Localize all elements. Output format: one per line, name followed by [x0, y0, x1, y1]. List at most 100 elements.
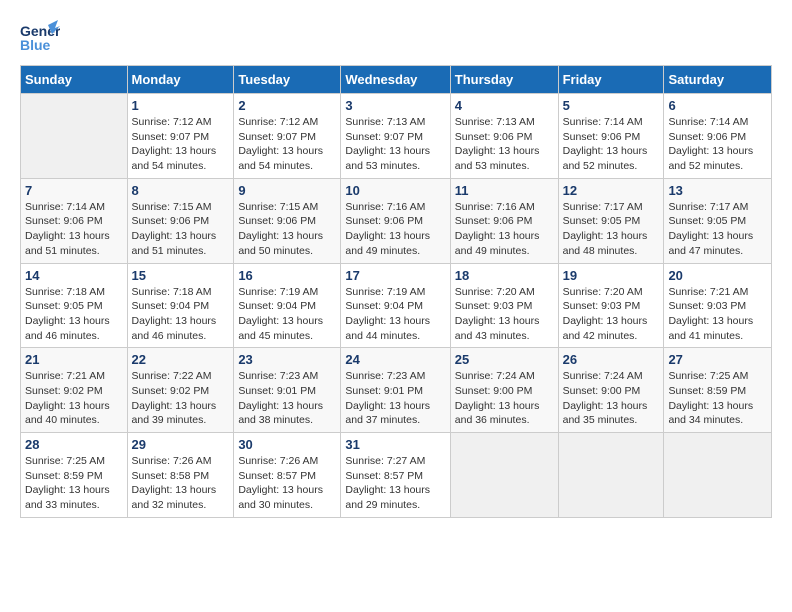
day-number: 10: [345, 183, 445, 198]
logo: General Blue: [20, 20, 60, 55]
day-number: 26: [563, 352, 660, 367]
calendar-cell: 23Sunrise: 7:23 AMSunset: 9:01 PMDayligh…: [234, 348, 341, 433]
day-info: Sunrise: 7:21 AMSunset: 9:03 PMDaylight:…: [668, 285, 767, 344]
calendar-cell: 5 Sunrise: 7:14 AMSunset: 9:06 PMDaylight…: [558, 94, 664, 179]
day-info: Sunrise: 7:17 AMSunset: 9:05 PMDaylight:…: [563, 200, 660, 259]
day-number: 4: [455, 98, 554, 113]
weekday-header: Tuesday: [234, 66, 341, 94]
day-number: 13: [668, 183, 767, 198]
calendar-cell: 17Sunrise: 7:19 AMSunset: 9:04 PMDayligh…: [341, 263, 450, 348]
calendar-table: SundayMondayTuesdayWednesdayThursdayFrid…: [20, 65, 772, 518]
calendar-cell: [664, 433, 772, 518]
day-info: Sunrise: 7:18 AMSunset: 9:05 PMDaylight:…: [25, 285, 123, 344]
calendar-cell: 1 Sunrise: 7:12 AMSunset: 9:07 PMDaylight…: [127, 94, 234, 179]
day-info: Sunrise: 7:24 AMSunset: 9:00 PMDaylight:…: [455, 369, 554, 428]
weekday-header: Thursday: [450, 66, 558, 94]
day-info: Sunrise: 7:20 AMSunset: 9:03 PMDaylight:…: [455, 285, 554, 344]
day-info: Sunrise: 7:23 AMSunset: 9:01 PMDaylight:…: [238, 369, 336, 428]
day-info: Sunrise: 7:12 AMSunset: 9:07 PMDaylight:…: [238, 115, 336, 174]
calendar-cell: 20 Sunrise: 7:21 AMSunset: 9:03 PMDayligh…: [664, 263, 772, 348]
day-number: 1: [132, 98, 230, 113]
calendar-cell: 28 Sunrise: 7:25 AMSunset: 8:59 PMDayligh…: [21, 433, 128, 518]
day-info: Sunrise: 7:26 AMSunset: 8:58 PMDaylight:…: [132, 454, 230, 513]
calendar-week-row: 28 Sunrise: 7:25 AMSunset: 8:59 PMDayligh…: [21, 433, 772, 518]
weekday-header: Saturday: [664, 66, 772, 94]
weekday-header: Sunday: [21, 66, 128, 94]
calendar-cell: 29 Sunrise: 7:26 AMSunset: 8:58 PMDayligh…: [127, 433, 234, 518]
day-number: 2: [238, 98, 336, 113]
calendar-cell: 8 Sunrise: 7:15 AMSunset: 9:06 PMDaylight…: [127, 178, 234, 263]
day-info: Sunrise: 7:24 AMSunset: 9:00 PMDaylight:…: [563, 369, 660, 428]
page-header: General Blue: [20, 20, 772, 55]
day-number: 8: [132, 183, 230, 198]
calendar-cell: 19Sunrise: 7:20 AMSunset: 9:03 PMDayligh…: [558, 263, 664, 348]
day-info: Sunrise: 7:16 AMSunset: 9:06 PMDaylight:…: [455, 200, 554, 259]
day-number: 3: [345, 98, 445, 113]
day-info: Sunrise: 7:25 AMSunset: 8:59 PMDaylight:…: [668, 369, 767, 428]
calendar-cell: [450, 433, 558, 518]
calendar-week-row: 1 Sunrise: 7:12 AMSunset: 9:07 PMDaylight…: [21, 94, 772, 179]
day-info: Sunrise: 7:16 AMSunset: 9:06 PMDaylight:…: [345, 200, 445, 259]
day-info: Sunrise: 7:17 AMSunset: 9:05 PMDaylight:…: [668, 200, 767, 259]
day-number: 30: [238, 437, 336, 452]
day-info: Sunrise: 7:12 AMSunset: 9:07 PMDaylight:…: [132, 115, 230, 174]
weekday-header: Wednesday: [341, 66, 450, 94]
day-number: 18: [455, 268, 554, 283]
day-info: Sunrise: 7:21 AMSunset: 9:02 PMDaylight:…: [25, 369, 123, 428]
day-number: 28: [25, 437, 123, 452]
calendar-cell: 30Sunrise: 7:26 AMSunset: 8:57 PMDayligh…: [234, 433, 341, 518]
calendar-cell: 25 Sunrise: 7:24 AMSunset: 9:00 PMDayligh…: [450, 348, 558, 433]
calendar-cell: 15Sunrise: 7:18 AMSunset: 9:04 PMDayligh…: [127, 263, 234, 348]
calendar-cell: 3 Sunrise: 7:13 AMSunset: 9:07 PMDaylight…: [341, 94, 450, 179]
day-info: Sunrise: 7:27 AMSunset: 8:57 PMDaylight:…: [345, 454, 445, 513]
day-number: 22: [132, 352, 230, 367]
svg-text:Blue: Blue: [20, 37, 51, 53]
day-info: Sunrise: 7:19 AMSunset: 9:04 PMDaylight:…: [238, 285, 336, 344]
day-info: Sunrise: 7:25 AMSunset: 8:59 PMDaylight:…: [25, 454, 123, 513]
day-info: Sunrise: 7:14 AMSunset: 9:06 PMDaylight:…: [668, 115, 767, 174]
calendar-cell: [558, 433, 664, 518]
calendar-cell: [21, 94, 128, 179]
calendar-cell: 14 Sunrise: 7:18 AMSunset: 9:05 PMDayligh…: [21, 263, 128, 348]
day-number: 29: [132, 437, 230, 452]
calendar-cell: 26 Sunrise: 7:24 AMSunset: 9:00 PMDayligh…: [558, 348, 664, 433]
calendar-cell: 6 Sunrise: 7:14 AMSunset: 9:06 PMDaylight…: [664, 94, 772, 179]
weekday-header: Monday: [127, 66, 234, 94]
day-info: Sunrise: 7:13 AMSunset: 9:06 PMDaylight:…: [455, 115, 554, 174]
day-info: Sunrise: 7:15 AMSunset: 9:06 PMDaylight:…: [132, 200, 230, 259]
calendar-cell: 4 Sunrise: 7:13 AMSunset: 9:06 PMDaylight…: [450, 94, 558, 179]
day-number: 11: [455, 183, 554, 198]
day-number: 7: [25, 183, 123, 198]
day-number: 15: [132, 268, 230, 283]
calendar-cell: 2 Sunrise: 7:12 AMSunset: 9:07 PMDaylight…: [234, 94, 341, 179]
day-number: 31: [345, 437, 445, 452]
day-number: 5: [563, 98, 660, 113]
day-number: 14: [25, 268, 123, 283]
day-number: 21: [25, 352, 123, 367]
calendar-cell: 21 Sunrise: 7:21 AMSunset: 9:02 PMDayligh…: [21, 348, 128, 433]
weekday-header-row: SundayMondayTuesdayWednesdayThursdayFrid…: [21, 66, 772, 94]
calendar-week-row: 21 Sunrise: 7:21 AMSunset: 9:02 PMDayligh…: [21, 348, 772, 433]
day-number: 19: [563, 268, 660, 283]
calendar-week-row: 14 Sunrise: 7:18 AMSunset: 9:05 PMDayligh…: [21, 263, 772, 348]
day-info: Sunrise: 7:14 AMSunset: 9:06 PMDaylight:…: [563, 115, 660, 174]
calendar-cell: 9Sunrise: 7:15 AMSunset: 9:06 PMDaylight…: [234, 178, 341, 263]
calendar-cell: 27 Sunrise: 7:25 AMSunset: 8:59 PMDayligh…: [664, 348, 772, 433]
calendar-cell: 10 Sunrise: 7:16 AMSunset: 9:06 PMDayligh…: [341, 178, 450, 263]
day-info: Sunrise: 7:14 AMSunset: 9:06 PMDaylight:…: [25, 200, 123, 259]
day-number: 25: [455, 352, 554, 367]
day-number: 27: [668, 352, 767, 367]
calendar-cell: 22 Sunrise: 7:22 AMSunset: 9:02 PMDayligh…: [127, 348, 234, 433]
logo-icon: General Blue: [20, 20, 60, 55]
day-number: 20: [668, 268, 767, 283]
calendar-cell: 12Sunrise: 7:17 AMSunset: 9:05 PMDayligh…: [558, 178, 664, 263]
calendar-cell: 13 Sunrise: 7:17 AMSunset: 9:05 PMDayligh…: [664, 178, 772, 263]
calendar-week-row: 7 Sunrise: 7:14 AMSunset: 9:06 PMDaylight…: [21, 178, 772, 263]
day-info: Sunrise: 7:22 AMSunset: 9:02 PMDaylight:…: [132, 369, 230, 428]
day-number: 17: [345, 268, 445, 283]
day-number: 9: [238, 183, 336, 198]
day-number: 16: [238, 268, 336, 283]
calendar-cell: 7 Sunrise: 7:14 AMSunset: 9:06 PMDaylight…: [21, 178, 128, 263]
day-number: 6: [668, 98, 767, 113]
day-info: Sunrise: 7:13 AMSunset: 9:07 PMDaylight:…: [345, 115, 445, 174]
